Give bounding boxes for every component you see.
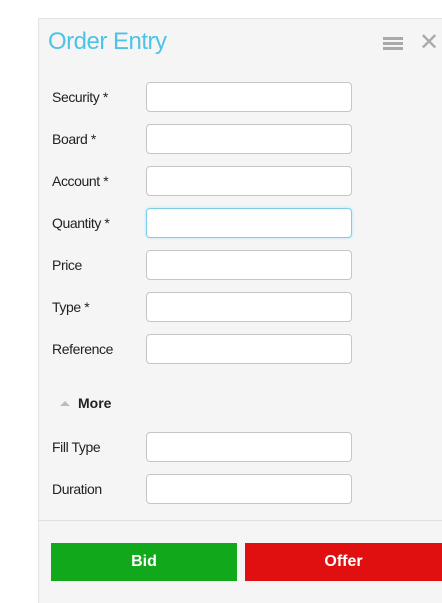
- more-toggle[interactable]: More: [60, 395, 111, 411]
- chevron-up-icon: [60, 401, 70, 406]
- type-input[interactable]: [146, 292, 352, 322]
- price-label: Price: [52, 257, 82, 273]
- duration-input[interactable]: [146, 474, 352, 504]
- offer-button[interactable]: Offer: [245, 543, 442, 581]
- field-row-account: Account *: [0, 166, 442, 198]
- field-row-type: Type *: [0, 292, 442, 324]
- order-entry-page: Order Entry ✕ Security * Board * Account…: [0, 0, 442, 603]
- security-input[interactable]: [146, 82, 352, 112]
- bid-button[interactable]: Bid: [51, 543, 237, 581]
- reference-input[interactable]: [146, 334, 352, 364]
- board-input[interactable]: [146, 124, 352, 154]
- close-icon[interactable]: ✕: [419, 29, 439, 57]
- fill-type-input[interactable]: [146, 432, 352, 462]
- field-row-price: Price: [0, 250, 442, 282]
- security-label: Security *: [52, 89, 108, 105]
- quantity-input[interactable]: [146, 208, 352, 238]
- account-input[interactable]: [146, 166, 352, 196]
- field-row-quantity: Quantity *: [0, 208, 442, 240]
- panel-title: Order Entry: [48, 28, 167, 55]
- duration-label: Duration: [52, 481, 102, 497]
- field-row-fill-type: Fill Type: [0, 432, 442, 464]
- hamburger-menu-icon[interactable]: [383, 37, 403, 51]
- board-label: Board *: [52, 131, 96, 147]
- quantity-label: Quantity *: [52, 215, 110, 231]
- field-row-duration: Duration: [0, 474, 442, 506]
- account-label: Account *: [52, 173, 109, 189]
- type-label: Type *: [52, 299, 90, 315]
- reference-label: Reference: [52, 341, 113, 357]
- fill-type-label: Fill Type: [52, 439, 101, 455]
- field-row-security: Security *: [0, 82, 442, 114]
- actions-divider: [38, 520, 442, 521]
- field-row-board: Board *: [0, 124, 442, 156]
- price-input[interactable]: [146, 250, 352, 280]
- field-row-reference: Reference: [0, 334, 442, 366]
- more-label: More: [78, 395, 112, 411]
